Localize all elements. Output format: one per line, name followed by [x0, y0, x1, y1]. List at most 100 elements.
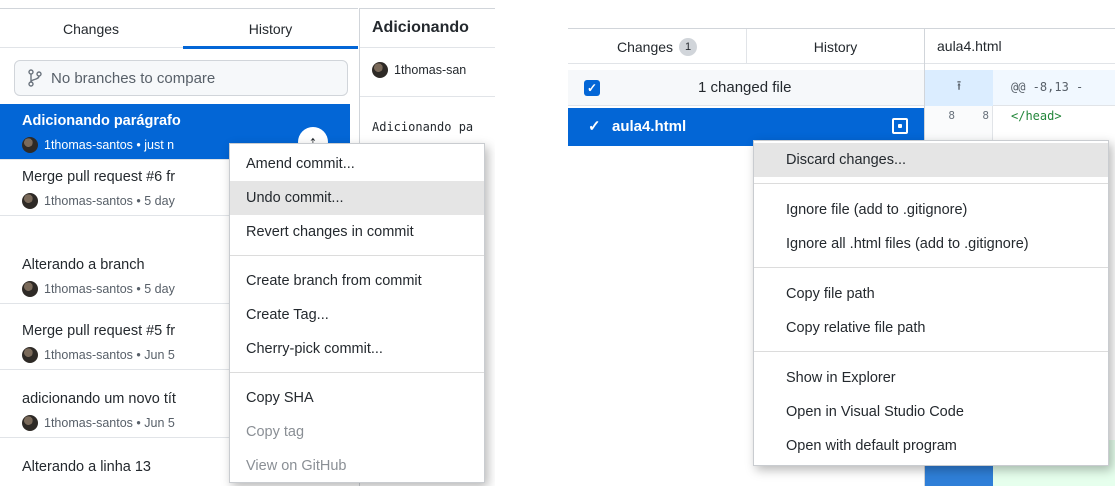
- file-modified-icon: [892, 118, 908, 134]
- menu-separator: [230, 372, 484, 373]
- commit-meta: 1thomas-santos • just n: [22, 137, 174, 153]
- menu-item-copy-tag: Copy tag: [230, 415, 484, 449]
- avatar: [22, 281, 38, 297]
- commit-message-body: Adicionando pa: [372, 120, 474, 134]
- commit-author-time: 1thomas-santos • just n: [44, 138, 175, 152]
- tab-bar: Changes History: [0, 8, 358, 49]
- menu-item-label: Create branch from commit: [246, 273, 422, 289]
- commit-summary-author: 1thomas-san: [372, 62, 466, 78]
- hunk-header-text: @@ -8,13 -: [1011, 80, 1084, 94]
- tab-changes-label: Changes: [616, 38, 674, 55]
- menu-item-label: Show in Explorer: [786, 370, 896, 386]
- menu-item-label: Ignore file (add to .gitignore): [786, 202, 968, 218]
- menu-item-label: Open with default program: [786, 438, 957, 454]
- commit-context-menu: Amend commit... Undo commit... Revert ch…: [229, 143, 485, 483]
- diff-line: 8 8 </head>: [925, 106, 1115, 128]
- menu-item-label: Open in Visual Studio Code: [786, 404, 964, 420]
- menu-item-ignore-all-html[interactable]: Ignore all .html files (add to .gitignor…: [754, 227, 1108, 261]
- menu-item-create-tag[interactable]: Create Tag...: [230, 298, 484, 332]
- history-panel-screenshot: Changes History No branches to compare A…: [0, 0, 495, 486]
- changes-count-badge: 1: [679, 37, 698, 56]
- select-all-checkbox[interactable]: ✓: [584, 80, 600, 96]
- menu-item-copy-file-path[interactable]: Copy file path: [754, 277, 1108, 311]
- avatar: [22, 415, 38, 431]
- menu-item-label: Copy file path: [786, 286, 875, 302]
- menu-item-label: Ignore all .html files (add to .gitignor…: [786, 236, 1029, 252]
- menu-item-label: Revert changes in commit: [246, 224, 414, 240]
- tab-bar: Changes 1 History: [568, 28, 924, 64]
- menu-item-label: Amend commit...: [246, 156, 355, 172]
- tab-changes[interactable]: Changes 1: [568, 29, 746, 64]
- new-line-number: 8: [982, 109, 989, 122]
- commit-title: adicionando um novo tít: [22, 391, 176, 407]
- menu-separator: [230, 255, 484, 256]
- menu-separator: [754, 267, 1108, 268]
- menu-item-label: Cherry-pick commit...: [246, 341, 383, 357]
- commit-author-time: 1thomas-santos • Jun 5: [44, 416, 175, 430]
- commit-meta: 1thomas-santos • 5 day: [22, 281, 175, 297]
- file-include-check-icon[interactable]: ✓: [588, 117, 601, 135]
- commit-author-time: 1thomas-santos • 5 day: [44, 194, 175, 208]
- menu-item-amend-commit[interactable]: Amend commit...: [230, 147, 484, 181]
- commit-title: Adicionando parágrafo: [22, 113, 181, 129]
- menu-item-open-default-program[interactable]: Open with default program: [754, 429, 1108, 463]
- menu-item-create-branch[interactable]: Create branch from commit: [230, 264, 484, 298]
- commit-author-time: 1thomas-santos • 5 day: [44, 282, 175, 296]
- changed-file-name: aula4.html: [612, 118, 687, 135]
- changes-panel-screenshot: Changes 1 History aula4.html ✓ 1 changed…: [568, 0, 1115, 486]
- menu-item-label: Copy tag: [246, 424, 305, 440]
- commit-meta: 1thomas-santos • Jun 5: [22, 347, 175, 363]
- menu-item-undo-commit[interactable]: Undo commit...: [230, 181, 484, 215]
- expand-arrow-glyph: ⭱: [956, 78, 962, 93]
- commit-meta: 1thomas-santos • 5 day: [22, 193, 175, 209]
- menu-item-copy-relative-path[interactable]: Copy relative file path: [754, 311, 1108, 345]
- menu-item-view-on-github: View on GitHub: [230, 449, 484, 483]
- tab-history-label: History: [813, 38, 858, 55]
- menu-item-ignore-file[interactable]: Ignore file (add to .gitignore): [754, 193, 1108, 227]
- commit-summary-title: Adicionando: [360, 8, 495, 48]
- commit-summary-author-name: 1thomas-san: [394, 63, 467, 77]
- avatar: [22, 137, 38, 153]
- menu-item-cherry-pick[interactable]: Cherry-pick commit...: [230, 332, 484, 366]
- avatar: [22, 347, 38, 363]
- commit-title: Alterando a linha 13: [22, 459, 151, 475]
- commit-summary-title-text: Adicionando: [372, 19, 469, 36]
- menu-item-label: Copy SHA: [246, 390, 314, 406]
- diff-file-title-text: aula4.html: [937, 38, 1002, 54]
- menu-item-label: Discard changes...: [786, 152, 907, 168]
- tab-history-label: History: [248, 20, 293, 37]
- commit-meta: 1thomas-santos • Jun 5: [22, 415, 175, 431]
- diff-line-code: </head>: [1011, 109, 1062, 123]
- diff-file-title: aula4.html: [925, 28, 1115, 64]
- commit-author-time: 1thomas-santos • Jun 5: [44, 348, 175, 362]
- avatar: [372, 62, 388, 78]
- changed-files-header: ✓ 1 changed file: [568, 70, 924, 106]
- menu-item-show-in-explorer[interactable]: Show in Explorer: [754, 361, 1108, 395]
- menu-item-label: Copy relative file path: [786, 320, 926, 336]
- commit-title: Merge pull request #6 fr: [22, 169, 176, 185]
- tab-changes[interactable]: Changes: [0, 9, 182, 48]
- branch-compare-placeholder: No branches to compare: [51, 69, 216, 87]
- menu-item-label: Undo commit...: [246, 190, 344, 206]
- menu-item-copy-sha[interactable]: Copy SHA: [230, 381, 484, 415]
- diff-hunk-header: ⭱ @@ -8,13 -: [925, 70, 1115, 106]
- tab-changes-label: Changes: [62, 20, 120, 37]
- branch-compare-selector[interactable]: No branches to compare: [14, 60, 348, 96]
- changed-files-count-label: 1 changed file: [698, 79, 792, 96]
- commit-title: Merge pull request #5 fr: [22, 323, 176, 339]
- expand-hunk-icon[interactable]: ⭱: [925, 70, 993, 106]
- menu-item-label: Create Tag...: [246, 307, 329, 323]
- menu-separator: [754, 351, 1108, 352]
- file-context-menu: Discard changes... Ignore file (add to .…: [753, 140, 1109, 466]
- tab-history[interactable]: History: [746, 29, 924, 64]
- menu-item-revert-changes[interactable]: Revert changes in commit: [230, 215, 484, 249]
- menu-item-label: View on GitHub: [246, 458, 347, 474]
- old-line-number: 8: [948, 109, 955, 122]
- avatar: [22, 193, 38, 209]
- divider: [360, 96, 495, 97]
- menu-item-open-in-vscode[interactable]: Open in Visual Studio Code: [754, 395, 1108, 429]
- git-branch-icon: [28, 69, 42, 87]
- tab-history[interactable]: History: [183, 9, 358, 49]
- menu-item-discard-changes[interactable]: Discard changes...: [754, 143, 1108, 177]
- commit-title: Alterando a branch: [22, 257, 145, 273]
